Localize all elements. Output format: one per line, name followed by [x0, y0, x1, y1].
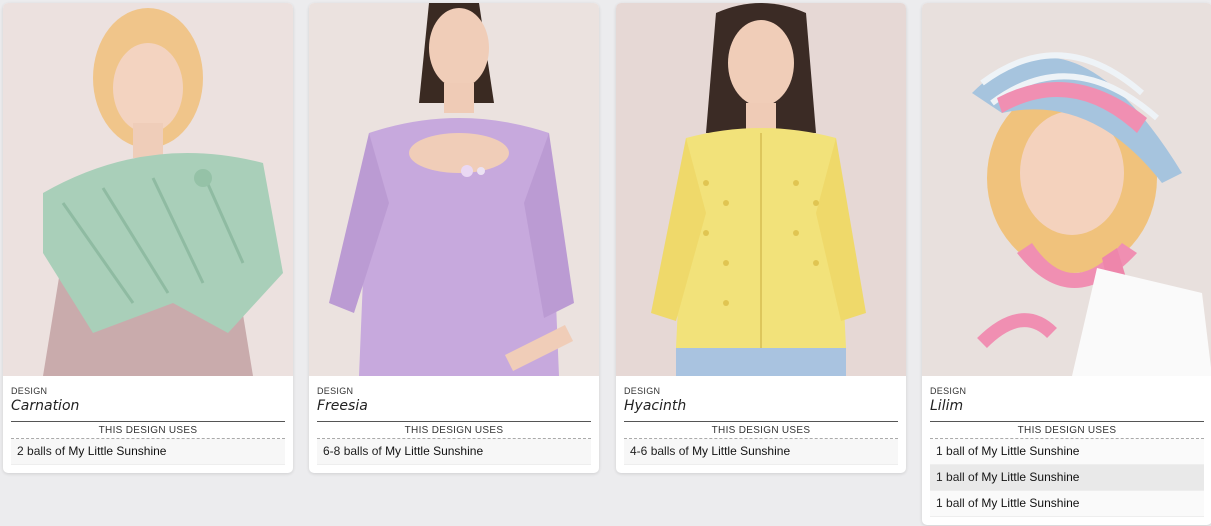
ball-of-text: ball of: [946, 470, 979, 484]
design-card-lilim[interactable]: DESIGN Lilim THIS DESIGN USES 1 ball of …: [922, 3, 1211, 525]
design-name[interactable]: Freesia: [317, 397, 591, 415]
lilim-beret-scarf-image: [922, 3, 1211, 376]
design-label: DESIGN: [930, 386, 967, 396]
design-card-freesia[interactable]: DESIGN Freesia THIS DESIGN USES 6-8 ball…: [309, 3, 599, 473]
product-photo-hyacinth[interactable]: [616, 3, 906, 376]
yarn-usage-row: 1 ball of My Little Sunshine: [930, 491, 1204, 517]
product-photo-carnation[interactable]: [3, 3, 293, 376]
yarn-link[interactable]: My Little Sunshine: [68, 444, 166, 458]
yarn-quantity: 4-6: [630, 444, 648, 458]
design-name[interactable]: Lilim: [930, 397, 1204, 415]
product-photo-lilim[interactable]: [922, 3, 1211, 376]
yarn-usage-row: 4-6 balls of My Little Sunshine: [624, 439, 898, 465]
balls-of-text: balls of: [343, 444, 382, 458]
yarn-quantity: 1: [936, 496, 943, 510]
yarn-quantity: 6-8: [323, 444, 341, 458]
design-name[interactable]: Hyacinth: [624, 397, 898, 415]
design-label: DESIGN: [624, 386, 661, 396]
design-name[interactable]: Carnation: [11, 397, 285, 415]
design-card-hyacinth[interactable]: DESIGN Hyacinth THIS DESIGN USES 4-6 bal…: [616, 3, 906, 473]
design-card-carnation[interactable]: DESIGN Carnation THIS DESIGN USES 2 ball…: [3, 3, 293, 473]
carnation-shawl-image: [3, 3, 293, 376]
product-photo-freesia[interactable]: [309, 3, 599, 376]
yarn-link[interactable]: My Little Sunshine: [981, 470, 1079, 484]
yarn-quantity: 2: [17, 444, 24, 458]
yarn-usage-row: 1 ball of My Little Sunshine: [930, 439, 1204, 465]
yarn-quantity: 1: [936, 444, 943, 458]
balls-of-text: balls of: [27, 444, 66, 458]
yarn-usage-row: 6-8 balls of My Little Sunshine: [317, 439, 591, 465]
ball-of-text: ball of: [946, 444, 979, 458]
balls-of-text: balls of: [650, 444, 689, 458]
yarn-link[interactable]: My Little Sunshine: [692, 444, 790, 458]
yarn-link[interactable]: My Little Sunshine: [981, 496, 1079, 510]
design-uses-heading: THIS DESIGN USES: [317, 421, 591, 439]
yarn-usage-row: 1 ball of My Little Sunshine: [930, 465, 1204, 491]
hyacinth-cardigan-image: [616, 3, 906, 376]
ball-of-text: ball of: [946, 496, 979, 510]
design-uses-heading: THIS DESIGN USES: [11, 421, 285, 439]
yarn-quantity: 1: [936, 470, 943, 484]
yarn-usage-row: 2 balls of My Little Sunshine: [11, 439, 285, 465]
design-label: DESIGN: [317, 386, 354, 396]
yarn-link[interactable]: My Little Sunshine: [385, 444, 483, 458]
design-uses-heading: THIS DESIGN USES: [930, 421, 1204, 439]
design-uses-heading: THIS DESIGN USES: [624, 421, 898, 439]
yarn-link[interactable]: My Little Sunshine: [981, 444, 1079, 458]
design-label: DESIGN: [11, 386, 48, 396]
freesia-cardigan-image: [309, 3, 599, 376]
